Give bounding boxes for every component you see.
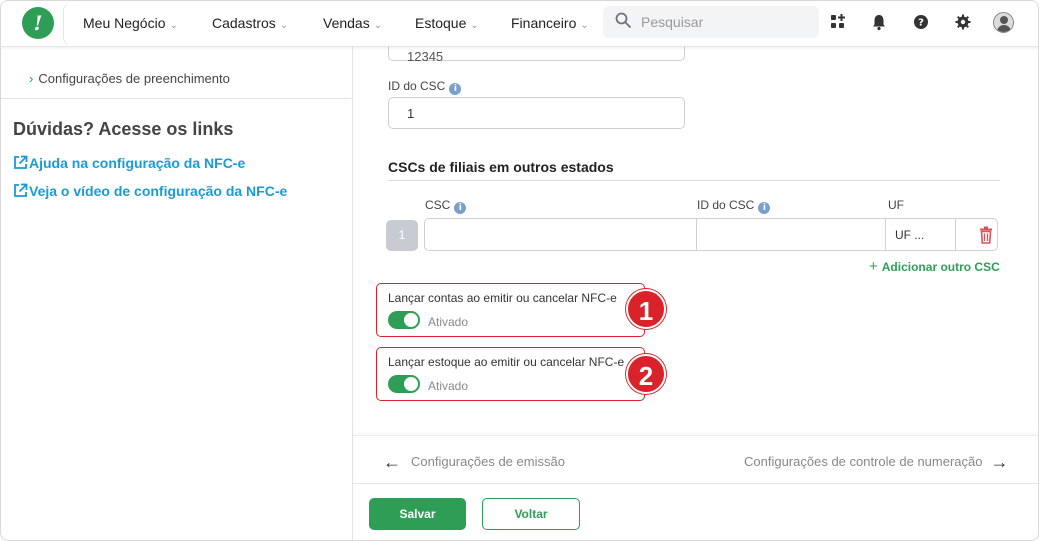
action-bar: Salvar Voltar: [353, 483, 1038, 540]
external-link-icon: [14, 183, 28, 197]
add-csc-label: Adicionar outro CSC: [881, 260, 1000, 274]
add-csc-link[interactable]: + Adicionar outro CSC: [869, 258, 1000, 275]
cell-separator: [885, 219, 886, 250]
nav-item-estoque[interactable]: Estoque ⌄: [415, 15, 479, 31]
chevron-right-icon: ›: [29, 71, 34, 86]
sidebar-item-preenchimento[interactable]: › Configurações de preenchimento: [29, 71, 230, 86]
id-csc-field[interactable]: 1: [388, 97, 685, 129]
back-button[interactable]: Voltar: [482, 498, 580, 530]
id-csc-label-text: ID do CSC: [388, 79, 446, 93]
switch-knob: [404, 313, 418, 327]
callout-badge-1: 1: [626, 289, 666, 329]
nav-item-vendas[interactable]: Vendas ⌄: [323, 15, 382, 31]
trash-icon[interactable]: [976, 225, 996, 245]
nav-item-financeiro[interactable]: Financeiro ⌄: [511, 15, 589, 31]
main-content: 12345 ID do CSC i 1 CSCs de filiais em ou…: [353, 29, 1038, 540]
prev-step-link[interactable]: ← Configurações de emissão: [383, 452, 565, 473]
row-index-badge: 1: [386, 220, 418, 251]
table-row: UF ...: [424, 218, 998, 251]
toggle-contas-switch[interactable]: [388, 311, 420, 329]
logo-divider: [63, 1, 73, 47]
apps-grid-icon[interactable]: [829, 13, 847, 31]
chevron-down-icon: ⌄: [169, 20, 178, 31]
col-header-id-csc: ID do CSC i: [697, 198, 771, 214]
help-link-label: Ajuda na configuração da NFC-e: [29, 155, 246, 171]
toggle-contas-label: Lançar contas ao emitir ou cancelar NFC-…: [388, 291, 617, 305]
app-window: ! Meu Negócio ⌄ Cadastros ⌄ Vendas ⌄ Estoqu…: [0, 0, 1039, 541]
top-navbar: ! Meu Negócio ⌄ Cadastros ⌄ Vendas ⌄ Estoqu…: [1, 1, 1038, 47]
sidebar: › Configurações de preenchimento Dúvidas?…: [1, 47, 353, 540]
toggle-contas-container: Lançar contas ao emitir ou cancelar NFC-…: [376, 283, 645, 337]
col-header-csc-text: CSC: [425, 198, 451, 212]
switch-knob: [404, 377, 418, 391]
sidebar-divider: [1, 98, 351, 99]
sidebar-item-label: Configurações de preenchimento: [38, 71, 230, 86]
help-link-video[interactable]: Veja o vídeo de configuração da NFC-e: [13, 183, 287, 199]
arrow-right-icon: →: [990, 452, 1009, 472]
help-link-label: Veja o vídeo de configuração da NFC-e: [29, 183, 288, 199]
toggle-estoque-switch[interactable]: [388, 375, 420, 393]
search-icon: [615, 12, 631, 28]
bell-icon[interactable]: [870, 13, 888, 31]
section-divider: [388, 180, 1000, 181]
info-icon[interactable]: i: [454, 202, 467, 214]
toggle-contas-state: Ativado: [428, 315, 469, 329]
col-header-id-csc-text: ID do CSC: [697, 198, 755, 212]
toggle-estoque-label: Lançar estoque ao emitir ou cancelar NFC…: [388, 355, 625, 369]
app-logo[interactable]: !: [22, 7, 54, 39]
search-input[interactable]: [641, 11, 811, 33]
id-csc-field-value: 1: [407, 106, 415, 121]
svg-text:?: ?: [918, 18, 924, 29]
section-title: CSCs de filiais em outros estados: [388, 159, 614, 175]
csc-cell-input[interactable]: [425, 219, 696, 250]
arrow-left-icon: ←: [383, 452, 401, 472]
chevron-down-icon: ⌄: [373, 20, 383, 31]
save-button[interactable]: Salvar: [369, 498, 466, 530]
user-avatar[interactable]: [993, 12, 1014, 33]
next-step-label: Configurações de controle de numeração: [744, 454, 983, 469]
col-header-csc: CSC i: [425, 198, 467, 214]
plus-icon: +: [869, 258, 878, 275]
nav-item-label: Meu Negócio: [83, 15, 166, 31]
toggle-estoque-container: Lançar estoque ao emitir ou cancelar NFC…: [376, 347, 645, 401]
gear-icon[interactable]: [954, 13, 972, 31]
chevron-down-icon: ⌄: [470, 20, 479, 31]
nav-item-label: Estoque: [415, 15, 467, 31]
nav-item-label: Vendas: [323, 15, 370, 31]
id-csc-label: ID do CSC i: [388, 79, 462, 95]
nav-item-label: Cadastros: [212, 15, 276, 31]
cell-separator: [955, 219, 956, 250]
step-navigation: ← Configurações de emissão Configurações …: [353, 435, 1038, 483]
nav-item-meu-negocio[interactable]: Meu Negócio ⌄: [83, 15, 178, 31]
help-icon[interactable]: ?: [912, 13, 930, 31]
nav-item-cadastros[interactable]: Cadastros ⌄: [212, 15, 288, 31]
search-box[interactable]: [603, 6, 819, 38]
col-header-uf: UF: [888, 198, 904, 212]
callout-badge-2: 2: [626, 354, 666, 394]
id-csc-cell-input[interactable]: [697, 219, 885, 250]
prev-step-label: Configurações de emissão: [411, 454, 565, 469]
info-icon[interactable]: i: [449, 83, 462, 95]
chevron-down-icon: ⌄: [279, 20, 289, 31]
info-icon[interactable]: i: [758, 202, 771, 214]
nav-item-label: Financeiro: [511, 15, 577, 31]
toggle-estoque-state: Ativado: [428, 379, 469, 393]
next-step-link[interactable]: Configurações de controle de numeração →: [744, 452, 1008, 473]
chevron-down-icon: ⌄: [580, 20, 589, 31]
external-link-icon: [14, 155, 28, 169]
help-link-config[interactable]: Ajuda na configuração da NFC-e: [13, 155, 245, 171]
uf-select[interactable]: UF ...: [895, 228, 924, 242]
csc-field-value: 12345: [407, 49, 444, 64]
help-heading: Dúvidas? Acesse os links: [13, 119, 234, 139]
